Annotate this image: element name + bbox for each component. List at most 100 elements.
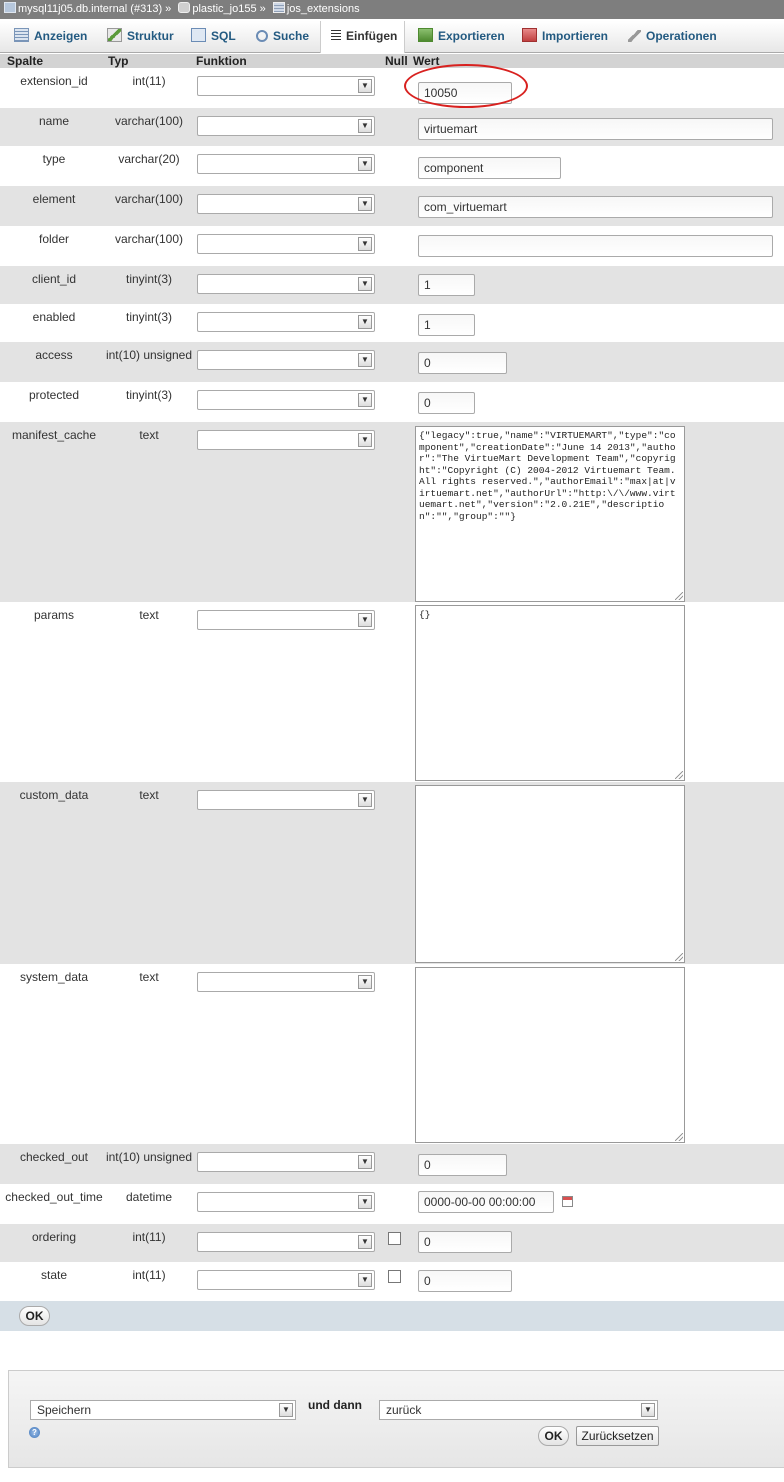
column-name: name (38, 114, 70, 128)
function-select[interactable]: ▼ (197, 116, 375, 136)
function-select[interactable]: ▼ (197, 154, 375, 174)
tab-label: Anzeigen (34, 29, 88, 43)
column-name: system_data (19, 970, 89, 984)
function-select[interactable]: ▼ (197, 234, 375, 254)
function-select[interactable]: ▼ (197, 972, 375, 992)
value-input[interactable]: 0 (418, 1154, 507, 1176)
value-input[interactable]: 0000-00-00 00:00:00 (418, 1191, 554, 1213)
function-select[interactable]: ▼ (197, 274, 375, 294)
tab-importieren[interactable]: Importieren (522, 21, 608, 52)
column-name: extension_id (20, 74, 88, 88)
column-type: varchar(100) (114, 192, 184, 206)
tab-exportieren[interactable]: Exportieren (418, 21, 505, 52)
null-checkbox[interactable] (388, 1232, 401, 1245)
value-input[interactable]: 0 (418, 392, 475, 414)
header-wert: Wert (413, 54, 440, 68)
value-input[interactable]: com_virtuemart (418, 196, 773, 218)
ok-bar: OK (0, 1301, 784, 1331)
column-type: int(10) unsigned (105, 1150, 193, 1164)
function-select[interactable]: ▼ (197, 194, 375, 214)
column-name: type (42, 152, 66, 166)
value-input[interactable] (418, 235, 773, 257)
value-textarea[interactable] (415, 967, 685, 1143)
import-icon (522, 28, 537, 42)
footer-ok-button[interactable]: OK (538, 1426, 569, 1446)
after-action-value: zurück (386, 1403, 422, 1417)
table-row: manifest_cache text ▼ {"legacy":true,"name"… (0, 422, 784, 602)
function-select[interactable]: ▼ (197, 1270, 375, 1290)
tab-label: Operationen (646, 29, 717, 43)
table-row: access int(10) unsigned ▼ 0 (0, 342, 784, 382)
breadcrumb-server[interactable]: mysql11j05.db.internal (#313) (18, 3, 162, 15)
tab-suche[interactable]: Suche (256, 21, 309, 52)
tab-label: Struktur (127, 29, 174, 43)
help-icon[interactable]: ? (29, 1427, 40, 1438)
resize-grip-icon[interactable] (675, 592, 683, 600)
column-type: text (139, 428, 159, 442)
value-input[interactable]: 10050 (418, 82, 512, 104)
value-textarea[interactable]: {} (415, 605, 685, 781)
chevron-down-icon: ▼ (358, 197, 372, 211)
column-type: tinyint(3) (125, 388, 172, 402)
breadcrumb-database[interactable]: plastic_jo155 (192, 3, 256, 15)
und-dann-label: und dann (308, 1398, 362, 1412)
tab-einfuegen[interactable]: Einfügen (320, 21, 406, 53)
column-name: client_id (31, 272, 77, 286)
table-row: state int(11) ▼ 0 (0, 1262, 784, 1301)
breadcrumb-table[interactable]: jos_extensions (287, 3, 360, 15)
after-action-select[interactable]: zurück ▼ (379, 1400, 658, 1420)
column-name: params (33, 608, 74, 622)
function-select[interactable]: ▼ (197, 350, 375, 370)
resize-grip-icon[interactable] (675, 953, 683, 961)
function-select[interactable]: ▼ (197, 1152, 375, 1172)
function-select[interactable]: ▼ (197, 610, 375, 630)
tab-sql[interactable]: SQL (191, 21, 236, 52)
value-textarea[interactable]: {"legacy":true,"name":"VIRTUEMART","type… (415, 426, 685, 602)
column-name: state (40, 1268, 67, 1282)
column-type: int(11) (132, 74, 166, 88)
tab-bar: Anzeigen Struktur SQL Suche Einfügen Exp… (0, 21, 784, 53)
header-funktion: Funktion (196, 54, 247, 68)
reset-button[interactable]: Zurücksetzen (576, 1426, 659, 1446)
function-select[interactable]: ▼ (197, 76, 375, 96)
value-input[interactable]: 0 (418, 352, 507, 374)
column-name: checked_out (19, 1150, 89, 1164)
column-type: varchar(20) (118, 152, 180, 166)
tab-struktur[interactable]: Struktur (107, 21, 174, 52)
resize-grip-icon[interactable] (675, 1133, 683, 1141)
function-select[interactable]: ▼ (197, 790, 375, 810)
value-input[interactable]: 1 (418, 274, 475, 296)
submit-fieldset: Speichern ▼ und dann zurück ▼ ? OK Zurüc… (8, 1370, 784, 1468)
breadcrumb-separator: » (259, 3, 266, 15)
value-input[interactable]: component (418, 157, 561, 179)
database-icon (178, 2, 191, 13)
tab-label: SQL (211, 29, 236, 43)
table-row: custom_data text ▼ (0, 782, 784, 964)
value-input[interactable]: 0 (418, 1270, 512, 1292)
server-icon (4, 2, 16, 13)
resize-grip-icon[interactable] (675, 771, 683, 779)
value-input[interactable]: virtuemart (418, 118, 773, 140)
value-textarea[interactable] (415, 785, 685, 963)
chevron-down-icon: ▼ (358, 613, 372, 627)
function-select[interactable]: ▼ (197, 390, 375, 410)
function-select[interactable]: ▼ (197, 1192, 375, 1212)
value-input[interactable]: 0 (418, 1231, 512, 1253)
chevron-down-icon: ▼ (279, 1403, 293, 1417)
column-name: protected (28, 388, 80, 402)
tab-label: Exportieren (438, 29, 505, 43)
function-select[interactable]: ▼ (197, 1232, 375, 1252)
tab-anzeigen[interactable]: Anzeigen (14, 21, 87, 52)
calendar-icon[interactable] (562, 1196, 573, 1207)
chevron-down-icon: ▼ (358, 793, 372, 807)
ok-button[interactable]: OK (19, 1306, 50, 1326)
sql-icon (191, 28, 206, 42)
textarea-content: {} (419, 609, 431, 620)
function-select[interactable]: ▼ (197, 312, 375, 332)
action-select[interactable]: Speichern ▼ (30, 1400, 296, 1420)
null-checkbox[interactable] (388, 1270, 401, 1283)
chevron-down-icon: ▼ (358, 353, 372, 367)
tab-operationen[interactable]: Operationen (628, 21, 717, 52)
function-select[interactable]: ▼ (197, 430, 375, 450)
value-input[interactable]: 1 (418, 314, 475, 336)
